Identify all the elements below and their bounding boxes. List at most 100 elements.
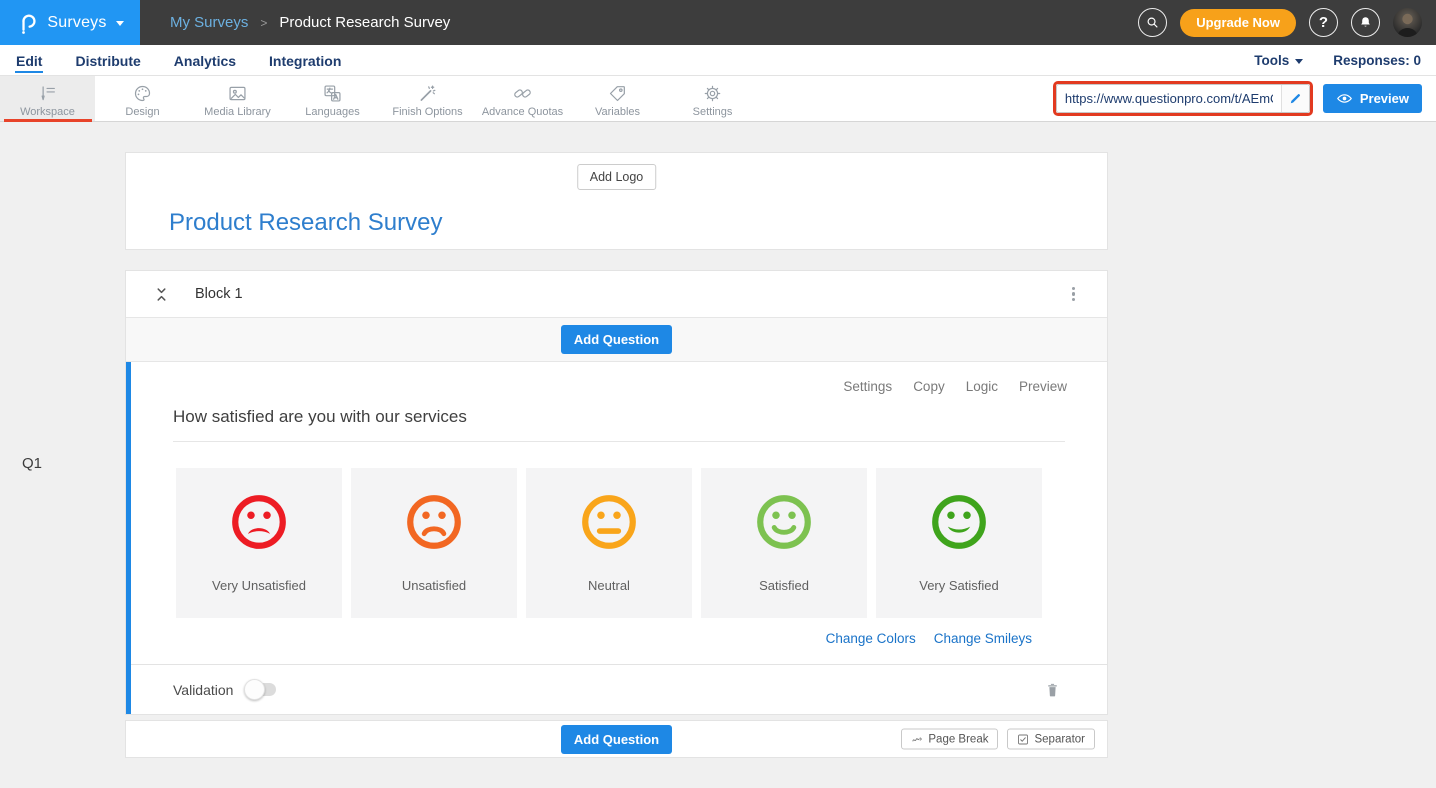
question-action-link[interactable]: Logic xyxy=(966,379,998,394)
block-footer: Add Question Page Break Separator xyxy=(125,720,1108,758)
help-button[interactable]: ? xyxy=(1309,8,1338,37)
pencil-icon xyxy=(1288,91,1303,106)
smiley-icon xyxy=(403,491,465,553)
workspace-canvas: Q1 Add Logo Product Research Survey Bloc… xyxy=(0,152,1436,788)
toolbar-tab[interactable]: Advance Quotas xyxy=(475,76,570,121)
toolbar-tab[interactable]: Workspace xyxy=(0,76,95,121)
toolbar-tab[interactable]: Settings xyxy=(665,76,760,121)
page-break-icon xyxy=(911,733,923,745)
questionpro-logo-icon xyxy=(16,12,38,34)
smiley-option[interactable]: Neutral xyxy=(526,468,692,618)
nav-right: Tools Responses: 0 xyxy=(1254,53,1421,68)
separator-button[interactable]: Separator xyxy=(1007,729,1095,750)
toolbar-items: Workspace Design Media Library Languages… xyxy=(0,76,760,121)
block-menu-button[interactable] xyxy=(1068,280,1080,307)
user-avatar[interactable] xyxy=(1393,8,1422,37)
toolbar-tab[interactable]: Finish Options xyxy=(380,76,475,121)
questionpro-logo-menu[interactable]: Surveys xyxy=(0,0,140,45)
question-action-link[interactable]: Preview xyxy=(1019,379,1067,394)
smiley-icon xyxy=(928,491,990,553)
nav-tab[interactable]: Integration xyxy=(268,48,342,73)
separator-checkbox-icon xyxy=(1017,733,1029,745)
validation-toggle[interactable] xyxy=(246,683,276,696)
question-card: Settings Copy Logic Preview How satisfied a… xyxy=(126,362,1107,714)
chevron-down-icon xyxy=(116,21,124,26)
search-icon xyxy=(1145,15,1160,30)
smiley-icon xyxy=(578,491,640,553)
nav-tab[interactable]: Distribute xyxy=(74,48,141,73)
smiley-icon xyxy=(753,491,815,553)
nav-tab[interactable]: Analytics xyxy=(173,48,237,73)
toolbar-right: Preview xyxy=(1053,76,1436,121)
nav-tab[interactable]: Edit xyxy=(15,48,43,73)
smiley-option[interactable]: Unsatisfied xyxy=(351,468,517,618)
product-name: Surveys xyxy=(47,14,106,32)
question-mark-icon: ? xyxy=(1319,14,1328,31)
editor-toolbar: Workspace Design Media Library Languages… xyxy=(0,76,1436,122)
tools-menu[interactable]: Tools xyxy=(1254,53,1303,68)
smiley-option-label: Neutral xyxy=(588,578,630,593)
toolbar-tab[interactable]: Media Library xyxy=(190,76,285,121)
nav-tabs: Edit Distribute Analytics Integration xyxy=(15,48,373,73)
breadcrumb-separator: > xyxy=(260,16,267,30)
smiley-options-row: Very Unsatisfied Unsatisfied Neutral Satisf… xyxy=(176,468,1045,618)
share-url-field xyxy=(1056,84,1310,113)
toggle-knob xyxy=(244,679,265,700)
smiley-option[interactable]: Very Unsatisfied xyxy=(176,468,342,618)
smiley-icon xyxy=(228,491,290,553)
tools-label: Tools xyxy=(1254,53,1289,68)
question-links: Change Colors Change Smileys xyxy=(131,631,1032,646)
change-colors-link[interactable]: Change Colors xyxy=(826,631,916,646)
page-break-button[interactable]: Page Break xyxy=(901,729,998,750)
preview-label: Preview xyxy=(1360,91,1409,106)
toolbar-tab[interactable]: Languages xyxy=(285,76,380,121)
block-header: Block 1 xyxy=(126,271,1107,318)
preview-button[interactable]: Preview xyxy=(1323,84,1422,113)
block-title[interactable]: Block 1 xyxy=(195,286,243,302)
chevron-down-icon xyxy=(1295,59,1303,64)
breadcrumb: My Surveys > Product Research Survey xyxy=(170,0,450,45)
trash-icon xyxy=(1044,680,1061,700)
add-logo-button[interactable]: Add Logo xyxy=(577,164,657,190)
add-question-button[interactable]: Add Question xyxy=(561,325,672,354)
footer-tools: Page Break Separator xyxy=(901,729,1095,750)
search-button[interactable] xyxy=(1138,8,1167,37)
toolbar-tab[interactable]: Variables xyxy=(570,76,665,121)
collapse-icon xyxy=(154,286,169,303)
share-url-input[interactable] xyxy=(1057,85,1281,112)
breadcrumb-parent[interactable]: My Surveys xyxy=(170,14,248,31)
survey-header-card: Add Logo Product Research Survey xyxy=(125,152,1108,250)
smiley-option[interactable]: Very Satisfied xyxy=(876,468,1042,618)
smiley-option-label: Very Unsatisfied xyxy=(212,578,306,593)
validation-row: Validation xyxy=(131,664,1107,714)
breadcrumb-current: Product Research Survey xyxy=(279,14,450,31)
smiley-option-label: Satisfied xyxy=(759,578,809,593)
page-break-label: Page Break xyxy=(928,733,988,745)
toolbar-tab[interactable]: Design xyxy=(95,76,190,121)
question-action-link[interactable]: Settings xyxy=(843,379,892,394)
change-smileys-link[interactable]: Change Smileys xyxy=(934,631,1032,646)
upgrade-now-button[interactable]: Upgrade Now xyxy=(1180,9,1296,37)
notifications-button[interactable] xyxy=(1351,8,1380,37)
delete-question-button[interactable] xyxy=(1044,680,1061,700)
question-action-link[interactable]: Copy xyxy=(913,379,945,394)
responses-count: Responses: 0 xyxy=(1333,53,1421,68)
survey-title[interactable]: Product Research Survey xyxy=(169,209,442,237)
smiley-option-label: Very Satisfied xyxy=(919,578,999,593)
question-title[interactable]: How satisfied are you with our services xyxy=(173,407,1065,442)
survey-nav: Edit Distribute Analytics Integration Tools… xyxy=(0,45,1436,76)
validation-label: Validation xyxy=(173,682,233,698)
separator-label: Separator xyxy=(1034,733,1085,745)
bell-icon xyxy=(1358,15,1373,30)
edit-url-button[interactable] xyxy=(1281,85,1309,112)
block-card: Block 1 Add Question Settings Copy Logic Pr… xyxy=(125,270,1108,715)
add-question-button-bottom[interactable]: Add Question xyxy=(561,725,672,754)
add-question-row: Add Question xyxy=(126,318,1107,362)
question-actions: Settings Copy Logic Preview xyxy=(131,362,1107,394)
smiley-option[interactable]: Satisfied xyxy=(701,468,867,618)
header-actions: Upgrade Now ? xyxy=(1138,0,1436,45)
collapse-block-button[interactable] xyxy=(154,286,169,303)
avatar-photo xyxy=(1393,8,1422,37)
top-bar: Surveys My Surveys > Product Research Su… xyxy=(0,0,1436,45)
question-id-label: Q1 xyxy=(22,455,42,472)
